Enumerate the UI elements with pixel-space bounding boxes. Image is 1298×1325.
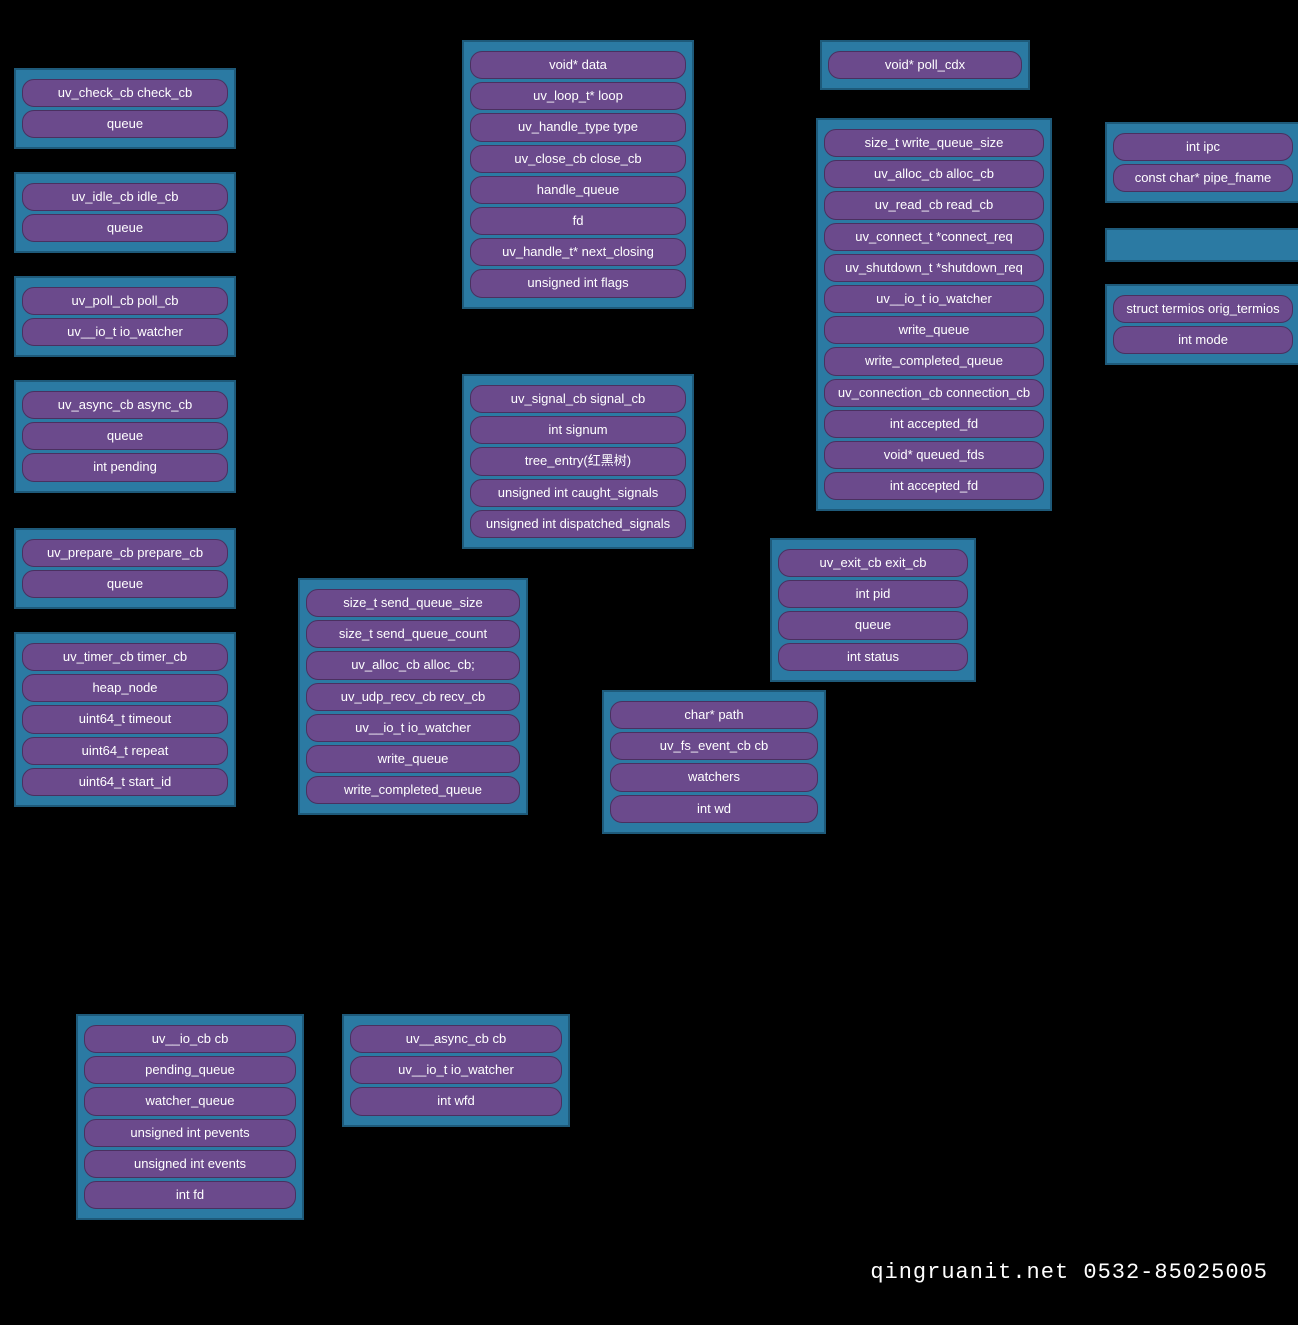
struct-box-check: uv_check_cb check_cbqueue <box>14 68 236 149</box>
field-check-1: queue <box>22 110 228 138</box>
field-pipe-0: int ipc <box>1113 133 1293 161</box>
field-process-2: queue <box>778 611 968 639</box>
struct-box-timer: uv_timer_cb timer_cb heap_node uint64_t ti… <box>14 632 236 807</box>
field-io-2: watcher_queue <box>84 1087 296 1115</box>
field-fsevent-2: watchers <box>610 763 818 791</box>
field-poll-0: uv_poll_cb poll_cb <box>22 287 228 315</box>
struct-box-stream: size_t write_queue_size uv_alloc_cb alloc… <box>816 118 1052 511</box>
field-udp-2: uv_alloc_cb alloc_cb; <box>306 651 520 679</box>
field-process-3: int status <box>778 643 968 671</box>
field-tty-1: int mode <box>1113 326 1293 354</box>
struct-box-fsevent: char* path uv_fs_event_cb cb watchers int w… <box>602 690 826 834</box>
struct-box-handle: void* data uv_loop_t* loop uv_handle_type … <box>462 40 694 309</box>
field-udp-5: write_queue <box>306 745 520 773</box>
field-handle-2: uv_handle_type type <box>470 113 686 141</box>
field-stream-0: size_t write_queue_size <box>824 129 1044 157</box>
field-io-4: unsigned int events <box>84 1150 296 1178</box>
watermark: qingruanit.net 0532-85025005 <box>870 1260 1268 1285</box>
field-timer-0: uv_timer_cb timer_cb <box>22 643 228 671</box>
struct-box-prepare: uv_prepare_cb prepare_cbqueue <box>14 528 236 609</box>
field-io-3: unsigned int pevents <box>84 1119 296 1147</box>
struct-box-poll: uv_poll_cb poll_cb uv__io_t io_watcher <box>14 276 236 357</box>
field-fsevent-3: int wd <box>610 795 818 823</box>
field-udp-0: size_t send_queue_size <box>306 589 520 617</box>
field-stream-6: write_queue <box>824 316 1044 344</box>
struct-box-async2: uv__async_cb cb uv__io_t io_watcherint wf… <box>342 1014 570 1127</box>
struct-box-tcp <box>1105 228 1298 262</box>
field-timer-1: heap_node <box>22 674 228 702</box>
field-io-1: pending_queue <box>84 1056 296 1084</box>
field-udp-6: write_completed_queue <box>306 776 520 804</box>
field-stream-8: uv_connection_cb connection_cb <box>824 379 1044 407</box>
field-fsevent-1: uv_fs_event_cb cb <box>610 732 818 760</box>
field-check-0: uv_check_cb check_cb <box>22 79 228 107</box>
field-io-0: uv__io_cb cb <box>84 1025 296 1053</box>
field-pipe-1: const char* pipe_fname <box>1113 164 1293 192</box>
field-handle-1: uv_loop_t* loop <box>470 82 686 110</box>
field-idle-1: queue <box>22 214 228 242</box>
field-timer-4: uint64_t start_id <box>22 768 228 796</box>
field-tty-0: struct termios orig_termios <box>1113 295 1293 323</box>
field-timer-3: uint64_t repeat <box>22 737 228 765</box>
field-prepare-1: queue <box>22 570 228 598</box>
field-stream-1: uv_alloc_cb alloc_cb <box>824 160 1044 188</box>
field-poll-1: uv__io_t io_watcher <box>22 318 228 346</box>
field-async-0: uv_async_cb async_cb <box>22 391 228 419</box>
field-async2-0: uv__async_cb cb <box>350 1025 562 1053</box>
field-signal-4: unsigned int dispatched_signals <box>470 510 686 538</box>
field-prepare-0: uv_prepare_cb prepare_cb <box>22 539 228 567</box>
field-pollcdx-0: void* poll_cdx <box>828 51 1022 79</box>
field-handle-5: fd <box>470 207 686 235</box>
field-handle-7: unsigned int flags <box>470 269 686 297</box>
field-signal-3: unsigned int caught_signals <box>470 479 686 507</box>
field-handle-0: void* data <box>470 51 686 79</box>
field-io-5: int fd <box>84 1181 296 1209</box>
struct-box-idle: uv_idle_cb idle_cbqueue <box>14 172 236 253</box>
field-udp-4: uv__io_t io_watcher <box>306 714 520 742</box>
field-stream-2: uv_read_cb read_cb <box>824 191 1044 219</box>
struct-box-process: uv_exit_cb exit_cbint pid queue int status <box>770 538 976 682</box>
struct-box-io: uv__io_cb cb pending_queue watcher_queueun… <box>76 1014 304 1220</box>
field-async-2: int pending <box>22 453 228 481</box>
field-stream-4: uv_shutdown_t *shutdown_req <box>824 254 1044 282</box>
field-handle-3: uv_close_cb close_cb <box>470 145 686 173</box>
struct-box-pipe: int ipc const char* pipe_fname <box>1105 122 1298 203</box>
struct-box-tty: struct termios orig_termiosint mode <box>1105 284 1298 365</box>
field-stream-10: void* queued_fds <box>824 441 1044 469</box>
field-async2-2: int wfd <box>350 1087 562 1115</box>
field-udp-1: size_t send_queue_count <box>306 620 520 648</box>
field-handle-6: uv_handle_t* next_closing <box>470 238 686 266</box>
struct-box-pollcdx: void* poll_cdx <box>820 40 1030 90</box>
field-idle-0: uv_idle_cb idle_cb <box>22 183 228 211</box>
field-fsevent-0: char* path <box>610 701 818 729</box>
field-stream-5: uv__io_t io_watcher <box>824 285 1044 313</box>
struct-box-signal: uv_signal_cb signal_cbint signum tree_ent… <box>462 374 694 549</box>
field-signal-2: tree_entry(红黑树) <box>470 447 686 475</box>
field-stream-3: uv_connect_t *connect_req <box>824 223 1044 251</box>
field-signal-1: int signum <box>470 416 686 444</box>
field-signal-0: uv_signal_cb signal_cb <box>470 385 686 413</box>
field-handle-4: handle_queue <box>470 176 686 204</box>
field-async2-1: uv__io_t io_watcher <box>350 1056 562 1084</box>
field-async-1: queue <box>22 422 228 450</box>
field-stream-11: int accepted_fd <box>824 472 1044 500</box>
field-timer-2: uint64_t timeout <box>22 705 228 733</box>
struct-box-async: uv_async_cb async_cbqueue int pending <box>14 380 236 493</box>
field-stream-9: int accepted_fd <box>824 410 1044 438</box>
field-udp-3: uv_udp_recv_cb recv_cb <box>306 683 520 711</box>
struct-box-udp: size_t send_queue_size size_t send_queue_… <box>298 578 528 815</box>
field-stream-7: write_completed_queue <box>824 347 1044 375</box>
field-process-0: uv_exit_cb exit_cb <box>778 549 968 577</box>
field-process-1: int pid <box>778 580 968 608</box>
